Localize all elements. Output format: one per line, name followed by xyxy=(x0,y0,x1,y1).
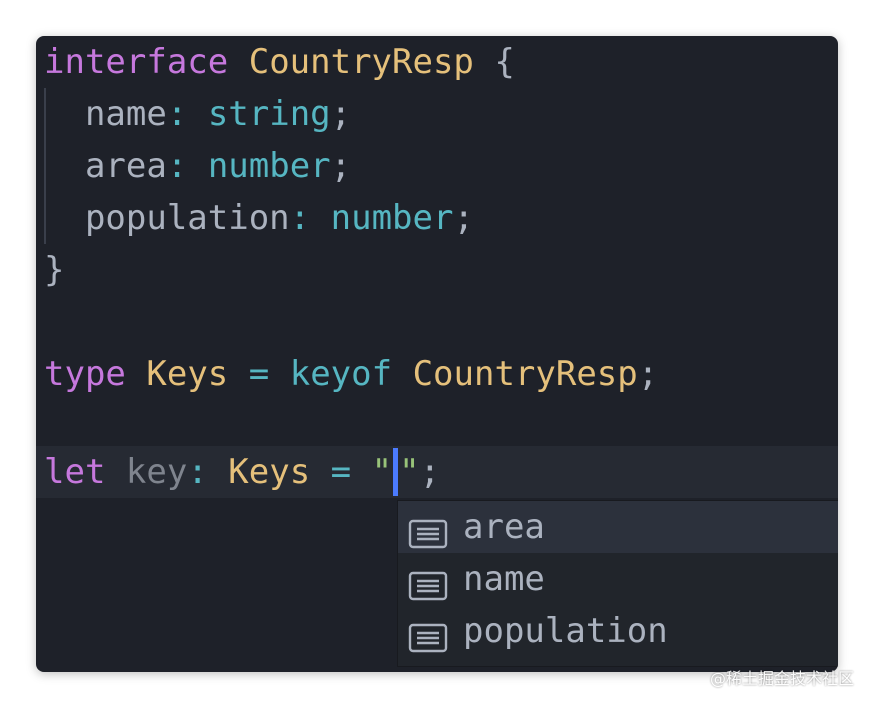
keyword-type: type xyxy=(44,354,126,394)
open-brace: { xyxy=(494,42,515,82)
code-line-4[interactable]: population: number; xyxy=(36,192,838,244)
type-number: number xyxy=(207,146,331,186)
property-icon xyxy=(408,512,448,549)
close-brace: } xyxy=(44,250,65,290)
suggestion-item[interactable]: area xyxy=(398,501,838,553)
equals-sign: = xyxy=(248,354,270,394)
type-string: string xyxy=(207,94,331,134)
watermark: @稀土掘金技术社区 xyxy=(709,669,854,688)
suggestion-item[interactable]: name xyxy=(398,553,838,605)
colon: : xyxy=(289,198,311,238)
code-line-7[interactable]: type Keys = keyof CountryResp; xyxy=(36,348,838,400)
keyword-let: let xyxy=(44,452,106,492)
semicolon: ; xyxy=(453,198,474,238)
code-editor[interactable]: interface CountryResp { name: string; ar… xyxy=(36,36,838,672)
property-name: name xyxy=(84,94,167,134)
type-number: number xyxy=(330,198,454,238)
string-close-quote: " xyxy=(399,452,420,492)
type-reference: CountryResp xyxy=(412,354,638,394)
code-line-5[interactable]: } xyxy=(36,244,838,296)
code-line-1[interactable]: interface CountryResp { xyxy=(36,36,838,88)
type-keys: Keys xyxy=(228,452,311,492)
property-area: area xyxy=(84,146,167,186)
code-line-3[interactable]: area: number; xyxy=(36,140,838,192)
suggestion-widget[interactable]: area name population xyxy=(397,500,838,667)
suggestion-label: area xyxy=(463,507,545,547)
interface-name: CountryResp xyxy=(248,42,474,82)
string-open-quote: " xyxy=(371,452,393,492)
variable-key: key xyxy=(125,452,188,492)
suggestion-item[interactable]: population xyxy=(398,605,838,657)
property-icon xyxy=(408,564,448,601)
text-cursor xyxy=(393,447,399,496)
colon: : xyxy=(166,146,188,186)
colon: : xyxy=(166,94,188,134)
semicolon: ; xyxy=(419,452,441,492)
property-icon xyxy=(408,616,448,653)
suggestion-label: population xyxy=(463,611,668,651)
equals-sign: = xyxy=(330,452,352,492)
semicolon: ; xyxy=(330,146,352,186)
suggestion-label: name xyxy=(463,559,545,599)
code-line-2[interactable]: name: string; xyxy=(36,88,838,140)
keyword-keyof: keyof xyxy=(289,354,393,394)
colon: : xyxy=(187,452,208,492)
error-squiggle xyxy=(126,488,188,494)
type-alias-name: Keys xyxy=(146,354,229,394)
property-population: population xyxy=(84,198,290,238)
semicolon: ; xyxy=(637,354,659,394)
semicolon: ; xyxy=(330,94,352,134)
keyword-interface: interface xyxy=(44,42,229,82)
